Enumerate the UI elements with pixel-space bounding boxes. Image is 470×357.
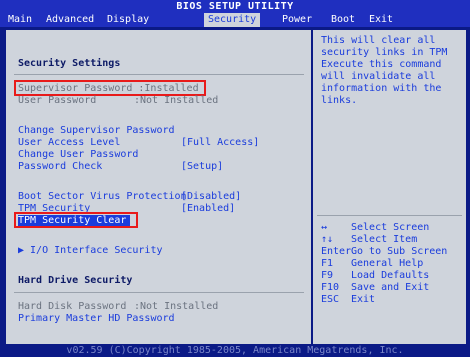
help-line: links. (321, 95, 358, 106)
password-check-row[interactable]: Password Check [Setup] (18, 161, 223, 173)
tab-power[interactable]: Power (282, 13, 312, 27)
boot-sector-label: Boot Sector Virus Protection (18, 191, 187, 202)
arrows-vertical-icon: ↑↓ (321, 234, 334, 245)
user-password-row[interactable]: User Password :Not Installed (18, 95, 218, 107)
boot-sector-value: [Disabled] (181, 191, 242, 202)
menu-bar: Main Advanced Display Security Power Boo… (0, 13, 470, 27)
key-action: Exit (351, 294, 376, 305)
key-action: Save and Exit (351, 282, 430, 293)
section-heading-security: Security Settings (18, 58, 121, 69)
user-password-label: User Password (18, 95, 97, 106)
user-access-level-value: [Full Access] (181, 137, 260, 148)
help-line: will invalidate all (321, 71, 436, 82)
divider (14, 74, 304, 75)
tab-exit[interactable]: Exit (369, 13, 393, 27)
help-line: This will clear all (321, 35, 436, 46)
key-action: General Help (351, 258, 424, 269)
key-hint-f10: F10 Save and Exit (321, 282, 429, 294)
change-user-password[interactable]: Change User Password (18, 149, 138, 161)
key-action: Go to Sub Screen (351, 246, 448, 257)
help-line: Execute this command (321, 59, 442, 70)
tab-boot[interactable]: Boot (331, 13, 355, 27)
user-password-value: :Not Installed (134, 95, 219, 106)
key-label: ESC (321, 294, 340, 305)
tab-advanced[interactable]: Advanced (46, 13, 94, 27)
tab-security[interactable]: Security (204, 13, 261, 27)
primary-master-hd-password[interactable]: Primary Master HD Password (18, 313, 175, 325)
hard-disk-password-value: :Not Installed (134, 301, 219, 312)
key-hint-esc: ESC Exit (321, 294, 375, 306)
hard-disk-password-label: Hard Disk Password (18, 301, 127, 312)
key-hint-select-item: ↑↓ Select Item (321, 234, 417, 246)
key-label: Enter (321, 246, 352, 257)
key-action: Select Item (351, 234, 418, 245)
password-check-label: Password Check (18, 161, 103, 172)
divider (317, 215, 462, 216)
key-label: F10 (321, 282, 340, 293)
key-hint-select-screen: ↔ Select Screen (321, 222, 429, 234)
key-hint-f9: F9 Load Defaults (321, 270, 429, 282)
copyright-footer: v02.59 (C)Copyright 1985-2005, American … (0, 344, 470, 357)
key-label: F9 (321, 270, 334, 281)
divider (14, 292, 304, 293)
tab-display[interactable]: Display (107, 13, 149, 27)
window-title: BIOS SETUP UTILITY (0, 0, 470, 13)
hard-disk-password-row[interactable]: Hard Disk Password :Not Installed (18, 301, 218, 313)
settings-panel: Security Settings Supervisor Password:In… (6, 30, 311, 344)
key-action: Select Screen (351, 222, 430, 233)
tab-main[interactable]: Main (8, 13, 32, 27)
user-access-level-row[interactable]: User Access Level [Full Access] (18, 137, 259, 149)
help-line: security links in TPM (321, 47, 448, 58)
boot-sector-row[interactable]: Boot Sector Virus Protection [Disabled] (18, 191, 241, 203)
key-hint-f1: F1 General Help (321, 258, 423, 270)
key-action: Load Defaults (351, 270, 430, 281)
change-supervisor-password[interactable]: Change Supervisor Password (18, 125, 175, 137)
password-check-value: [Setup] (181, 161, 224, 172)
key-label: F1 (321, 258, 334, 269)
io-interface-security[interactable]: ▶ I/O Interface Security (18, 245, 163, 257)
tpm-security-value: [Enabled] (181, 203, 236, 214)
highlight-box-tpm-clear (14, 212, 138, 228)
user-access-level-label: User Access Level (18, 137, 121, 148)
help-line: information with the (321, 83, 442, 94)
help-description: This will clear all security links in TP… (321, 35, 461, 107)
help-panel: This will clear all security links in TP… (313, 30, 466, 344)
hard-drive-security-heading: Hard Drive Security (18, 275, 133, 286)
arrows-horizontal-icon: ↔ (321, 222, 328, 233)
highlight-box-supervisor (14, 80, 206, 96)
key-hint-enter: Enter Go to Sub Screen (321, 246, 447, 258)
